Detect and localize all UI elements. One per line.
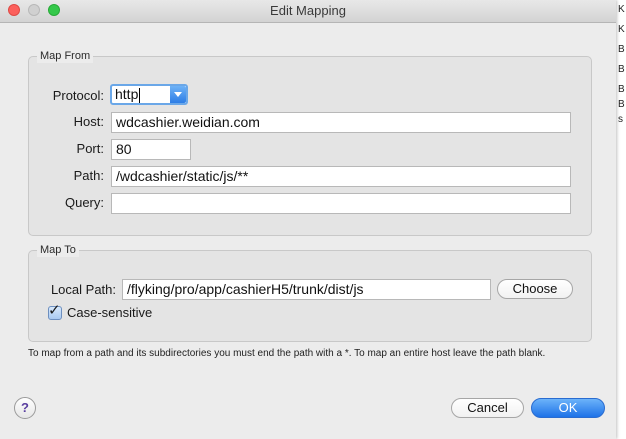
- background-text: B: [618, 64, 625, 75]
- background-text: B: [618, 84, 625, 95]
- local-path-input[interactable]: /flyking/pro/app/cashierH5/trunk/dist/js: [122, 279, 491, 300]
- port-input[interactable]: 80: [111, 139, 191, 160]
- window-title: Edit Mapping: [270, 3, 346, 18]
- background-text: B: [618, 44, 625, 55]
- choose-button[interactable]: Choose: [497, 279, 573, 299]
- path-input[interactable]: /wdcashier/static/js/**: [111, 166, 571, 187]
- checkmark-icon: ✓: [48, 302, 61, 319]
- case-sensitive-checkbox[interactable]: ✓: [48, 302, 62, 320]
- chevron-down-icon[interactable]: [170, 86, 186, 103]
- help-button[interactable]: ?: [14, 397, 36, 419]
- protocol-select[interactable]: http: [110, 84, 188, 105]
- host-label: Host:: [73, 114, 104, 129]
- local-path-label: Local Path:: [50, 282, 116, 297]
- title-bar[interactable]: Edit Mapping: [0, 0, 616, 23]
- mapping-hint-text: To map from a path and its subdirectorie…: [28, 348, 546, 359]
- port-label: Port:: [76, 141, 104, 156]
- host-input[interactable]: wdcashier.weidian.com: [111, 112, 571, 133]
- background-text: K: [618, 24, 625, 35]
- query-input[interactable]: [111, 193, 571, 214]
- text-cursor: [139, 87, 141, 103]
- map-from-title: Map From: [37, 49, 94, 63]
- protocol-label: Protocol:: [52, 88, 104, 103]
- background-text: s: [618, 114, 623, 125]
- map-to-title: Map To: [37, 243, 79, 257]
- background-text: K: [618, 4, 625, 15]
- cancel-button[interactable]: Cancel: [451, 398, 524, 418]
- query-label: Query:: [64, 195, 104, 210]
- protocol-value: http: [115, 86, 139, 102]
- ok-button[interactable]: OK: [531, 398, 605, 418]
- path-label: Path:: [73, 168, 104, 183]
- background-text: B: [618, 99, 625, 110]
- edit-mapping-dialog: Edit Mapping Map From Protocol: http Hos…: [0, 0, 616, 439]
- case-sensitive-label[interactable]: Case-sensitive: [67, 305, 152, 321]
